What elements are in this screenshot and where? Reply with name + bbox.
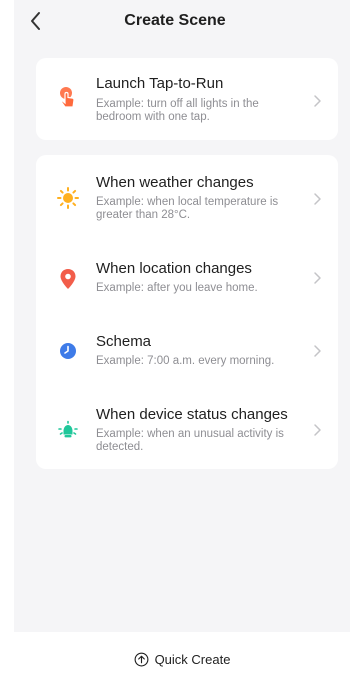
item-title: When weather changes	[96, 174, 254, 191]
chevron-right-icon	[314, 193, 321, 205]
bottom-bar: Quick Create	[14, 634, 350, 673]
item-description: Example: when an unusual activity is det…	[96, 428, 284, 453]
item-title: Launch Tap-to-Run	[96, 75, 224, 92]
chevron-right-icon	[314, 95, 321, 107]
page-title: Create Scene	[124, 12, 226, 29]
tap-to-run-card: Launch Tap-to-Run Example: turn off all …	[36, 58, 338, 140]
item-description: Example: when local temperature is great…	[96, 196, 279, 221]
upload-circle-icon	[134, 652, 149, 667]
list-item-weather-changes[interactable]: When weather changes Example: when local…	[36, 155, 338, 237]
quick-create-label: Quick Create	[154, 652, 231, 667]
chevron-right-icon	[314, 345, 321, 357]
quick-create-button[interactable]: Quick Create	[14, 652, 350, 667]
chevron-right-icon	[314, 424, 321, 436]
item-title: When device status changes	[96, 406, 288, 423]
create-scene-screen: Create Scene Launch Tap-to-Run Example: …	[0, 0, 350, 673]
automation-conditions-card: When weather changes Example: when local…	[36, 155, 338, 469]
list-item-device-status-changes[interactable]: When device status changes Example: when…	[36, 389, 338, 469]
list-item-location-changes[interactable]: When location changes Example: after you…	[36, 237, 338, 317]
tap-hand-icon	[56, 86, 80, 110]
header: Create Scene	[0, 0, 350, 44]
chevron-right-icon	[314, 272, 321, 284]
device-status-icon	[56, 419, 80, 443]
item-title: Schema	[96, 333, 152, 350]
item-title: When location changes	[96, 260, 252, 277]
item-description: Example: after you leave home.	[96, 282, 258, 294]
item-description: Example: turn off all lights in the bedr…	[96, 98, 259, 123]
list-item-schema[interactable]: Schema Example: 7:00 a.m. every morning.	[36, 317, 338, 389]
list-item-launch-tap-to-run[interactable]: Launch Tap-to-Run Example: turn off all …	[36, 58, 338, 140]
item-description: Example: 7:00 a.m. every morning.	[96, 355, 275, 367]
clock-icon	[56, 339, 80, 363]
sun-icon	[56, 186, 80, 210]
location-pin-icon	[56, 267, 80, 291]
